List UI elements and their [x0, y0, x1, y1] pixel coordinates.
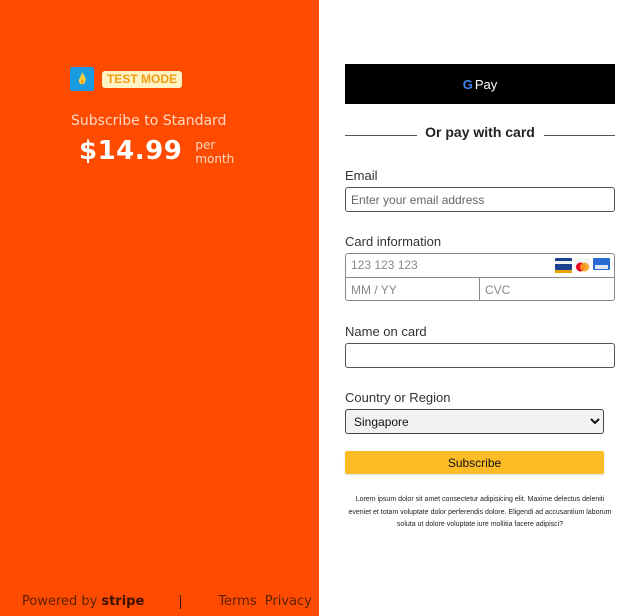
amex-icon: [593, 258, 610, 270]
card-info-label: Card information: [345, 234, 442, 249]
test-mode-badge: TEST MODE: [102, 70, 183, 88]
pay-with-card-divider: Or pay with card: [345, 124, 615, 142]
merchant-logo-icon: [70, 67, 94, 91]
visa-icon: [555, 258, 572, 273]
billing-interval: month: [195, 152, 235, 166]
name-on-card-field[interactable]: [345, 343, 615, 368]
mastercard-icon: [574, 258, 591, 272]
divider-text: Or pay with card: [425, 124, 535, 140]
order-summary-panel: TEST MODE Subscribe to Standard $14.99 p…: [0, 0, 319, 616]
stripe-logo[interactable]: stripe: [101, 594, 144, 609]
email-field[interactable]: [345, 187, 615, 212]
powered-by-text: Powered by: [22, 594, 98, 609]
card-info-group: [345, 253, 615, 301]
footer-links: Terms Privacy: [218, 594, 312, 609]
google-pay-button[interactable]: G Pay: [345, 64, 615, 104]
price-block: $14.99 per month: [79, 136, 234, 166]
product-title: Subscribe to Standard: [71, 113, 227, 129]
privacy-link[interactable]: Privacy: [265, 594, 312, 609]
footer: Powered by stripe Terms Privacy: [22, 594, 312, 609]
footer-separator: [180, 594, 182, 609]
country-select[interactable]: Singapore: [345, 409, 604, 434]
country-label: Country or Region: [345, 390, 451, 405]
cvc-field[interactable]: [480, 278, 614, 301]
subscribe-button[interactable]: Subscribe: [345, 451, 604, 474]
google-g-icon: G: [462, 76, 473, 92]
card-brands: [553, 258, 610, 273]
disclaimer-text: Lorem ipsum dolor sit amet consectetur a…: [348, 496, 612, 528]
billing-per: per: [195, 138, 216, 152]
card-second-row: [346, 277, 614, 301]
card-number-field[interactable]: [346, 254, 556, 276]
expiry-field[interactable]: [346, 278, 480, 301]
price-amount: $14.99: [79, 136, 183, 166]
terms-link[interactable]: Terms: [218, 594, 256, 609]
brand-row: TEST MODE: [70, 67, 183, 91]
billing-period: per month: [195, 138, 234, 166]
name-on-card-label: Name on card: [345, 324, 427, 339]
google-pay-label: Pay: [474, 76, 498, 92]
email-label: Email: [345, 168, 378, 183]
